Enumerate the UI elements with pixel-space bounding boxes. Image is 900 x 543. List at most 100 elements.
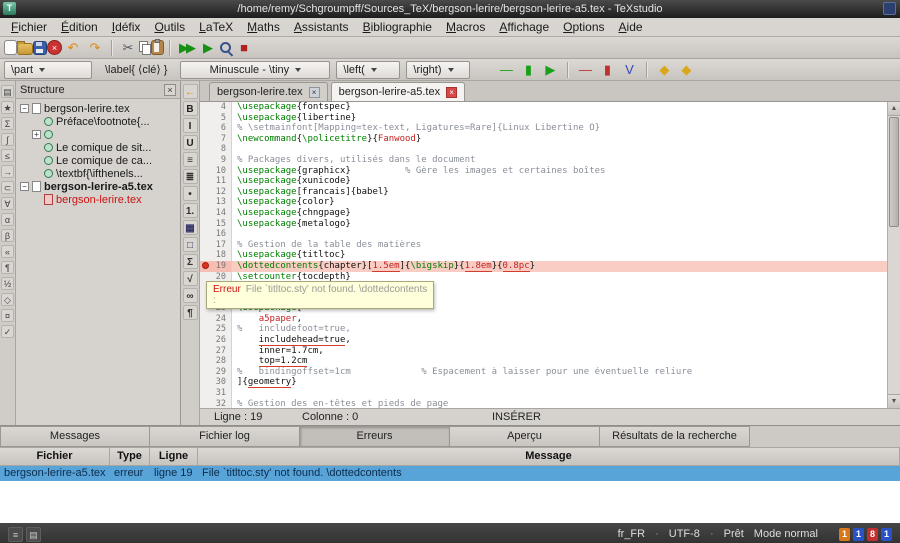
structure-item[interactable]: \textbf{\ifthenels... [16, 167, 180, 180]
scroll-down-icon[interactable]: ▼ [888, 394, 900, 408]
close-file-icon[interactable]: × [47, 40, 62, 55]
symbol-strip-icon-8[interactable]: α [1, 213, 14, 226]
edit-strip-icon-4[interactable]: ≡ [182, 152, 198, 167]
bottom-tab-fichier-log[interactable]: Fichier log [150, 426, 300, 447]
symbol-strip-icon-1[interactable]: ★ [1, 101, 14, 114]
bottom-tab-messages[interactable]: Messages [0, 426, 150, 447]
fontsize-combo[interactable]: Minuscule - \tiny [180, 60, 331, 79]
edit-strip-icon-10[interactable]: Σ [182, 254, 198, 269]
menu-fichier[interactable]: Fichier [4, 19, 54, 36]
label-button[interactable]: \label{ ⟨clé⟩ } [98, 61, 174, 79]
scroll-up-icon[interactable]: ▲ [888, 102, 900, 116]
symbol-strip-icon-2[interactable]: Σ [1, 117, 14, 130]
editor-tab-bergson-lerire-a5-tex[interactable]: bergson-lerire-a5.tex × [330, 82, 466, 101]
symbol-strip-icon-3[interactable]: ∫ [1, 133, 14, 146]
tab-close-icon[interactable]: × [308, 86, 320, 98]
green-bar-icon[interactable]: ▮ [518, 60, 538, 79]
open-file-icon[interactable] [17, 41, 33, 55]
bottom-tab-resultats-de-la-recherche[interactable]: Résultats de la recherche [600, 426, 750, 447]
structure-item[interactable]: Le comique de sit... [16, 141, 180, 154]
code-area[interactable]: 4 \usepackage{fontspec} 5 \usepackage{liber… [200, 102, 900, 408]
symbol-strip-icon-12[interactable]: ½ [1, 277, 14, 290]
structure-item[interactable]: − bergson-lerire.tex [16, 102, 180, 115]
red-bar-icon[interactable]: ▮ [597, 60, 617, 79]
edit-strip-icon-13[interactable]: ¶ [182, 305, 198, 320]
edit-strip-icon-2[interactable]: I [182, 118, 198, 133]
scrollbar-thumb[interactable] [889, 117, 899, 227]
paste-icon[interactable] [151, 39, 164, 55]
edit-strip-icon-11[interactable]: √ [182, 271, 198, 286]
edit-strip-icon-12[interactable]: ∞ [182, 288, 198, 303]
left-delimiter-combo[interactable]: \left( [336, 60, 401, 79]
symbol-strip-icon-10[interactable]: « [1, 245, 14, 258]
editor-tab-bergson-lerire-tex[interactable]: bergson-lerire.tex × [209, 82, 328, 101]
menu-edition[interactable]: Édition [54, 19, 105, 36]
cut-icon[interactable]: ✂ [117, 38, 139, 57]
tab-close-icon[interactable]: × [446, 86, 458, 98]
menu-options[interactable]: Options [556, 19, 611, 36]
symbol-strip-icon-6[interactable]: ⊂ [1, 181, 14, 194]
log-toggle-icon[interactable]: ≡ [8, 526, 23, 542]
error-row[interactable]: bergson-lerire-a5.tex erreur ligne 19 File … [0, 466, 900, 481]
titlebar-badge-icon[interactable] [883, 2, 896, 15]
tree-expander-icon[interactable]: + [32, 130, 41, 139]
menu-macros[interactable]: Macros [439, 19, 492, 36]
symbol-strip-icon-15[interactable]: ✓ [1, 325, 14, 338]
edit-strip-icon-9[interactable]: □ [182, 237, 198, 252]
structure-item[interactable]: + [16, 128, 180, 141]
symbol-strip-icon-13[interactable]: ◇ [1, 293, 14, 306]
edit-strip-icon-6[interactable]: • [182, 186, 198, 201]
menu-idefix[interactable]: Idéfix [105, 19, 148, 36]
symbol-strip-icon-14[interactable]: ¤ [1, 309, 14, 322]
menu-affichage[interactable]: Affichage [492, 19, 556, 36]
edit-strip-icon-5[interactable]: ≣ [182, 169, 198, 184]
menu-maths[interactable]: Maths [240, 19, 287, 36]
tree-expander-icon[interactable]: − [20, 104, 29, 113]
edit-strip-icon-1[interactable]: B [182, 101, 198, 116]
menu-bibliographie[interactable]: Bibliographie [356, 19, 439, 36]
panel-toggle-icon[interactable]: ▤ [26, 526, 41, 542]
view-icon[interactable] [219, 41, 233, 55]
edit-strip-icon-3[interactable]: U [182, 135, 198, 150]
symbol-strip-icon-5[interactable]: → [1, 165, 14, 178]
right-delimiter-combo[interactable]: \right) [406, 60, 471, 79]
build-and-view-icon[interactable]: ▶▶ [175, 38, 197, 57]
save-icon[interactable] [33, 40, 47, 55]
green-play-icon[interactable]: ▶ [540, 60, 560, 79]
stop-icon[interactable]: ■ [233, 38, 255, 57]
structure-item[interactable]: − bergson-lerire-a5.tex [16, 180, 180, 193]
menu-outils[interactable]: Outils [147, 19, 192, 36]
red-line-icon[interactable]: — [575, 60, 595, 79]
undo-icon[interactable]: ↶ [62, 38, 84, 57]
menu-assistants[interactable]: Assistants [287, 19, 356, 36]
new-document-icon[interactable] [4, 40, 17, 55]
symbol-strip-icon-0[interactable]: ▤ [1, 85, 14, 98]
edit-strip-icon-7[interactable]: 1. [182, 203, 198, 218]
column-header-ligne[interactable]: Ligne [150, 448, 198, 465]
column-header-fichier[interactable]: Fichier [0, 448, 110, 465]
structure-close-icon[interactable]: × [164, 83, 176, 96]
bottom-tab-apercu[interactable]: Aperçu [450, 426, 600, 447]
edit-strip-icon-0[interactable]: ← [182, 84, 198, 99]
symbol-strip-icon-11[interactable]: ¶ [1, 261, 14, 274]
structure-item[interactable]: Préface\footnote{... [16, 115, 180, 128]
menu-aide[interactable]: Aide [612, 19, 650, 36]
lamp-icon-1[interactable]: ◆ [654, 60, 674, 79]
bottom-tab-erreurs[interactable]: Erreurs [300, 426, 450, 447]
editor-scrollbar[interactable]: ▲ ▼ [887, 102, 900, 408]
symbol-strip-icon-9[interactable]: β [1, 229, 14, 242]
column-header-type[interactable]: Type [110, 448, 150, 465]
structure-item[interactable]: Le comique de ca... [16, 154, 180, 167]
column-header-message[interactable]: Message [198, 448, 900, 465]
edit-strip-icon-8[interactable]: ▦ [182, 220, 198, 235]
copy-icon[interactable] [139, 41, 151, 55]
blue-v-icon[interactable]: V [619, 60, 639, 79]
green-line-icon[interactable]: — [496, 60, 516, 79]
symbol-strip-icon-7[interactable]: ∀ [1, 197, 14, 210]
sectioning-combo[interactable]: \part [4, 60, 92, 79]
menu-latex[interactable]: LaTeX [192, 19, 240, 36]
symbol-strip-icon-4[interactable]: ≤ [1, 149, 14, 162]
lamp-icon-2[interactable]: ◆ [676, 60, 696, 79]
tree-expander-icon[interactable]: − [20, 182, 29, 191]
structure-item[interactable]: bergson-lerire.tex [16, 193, 180, 206]
